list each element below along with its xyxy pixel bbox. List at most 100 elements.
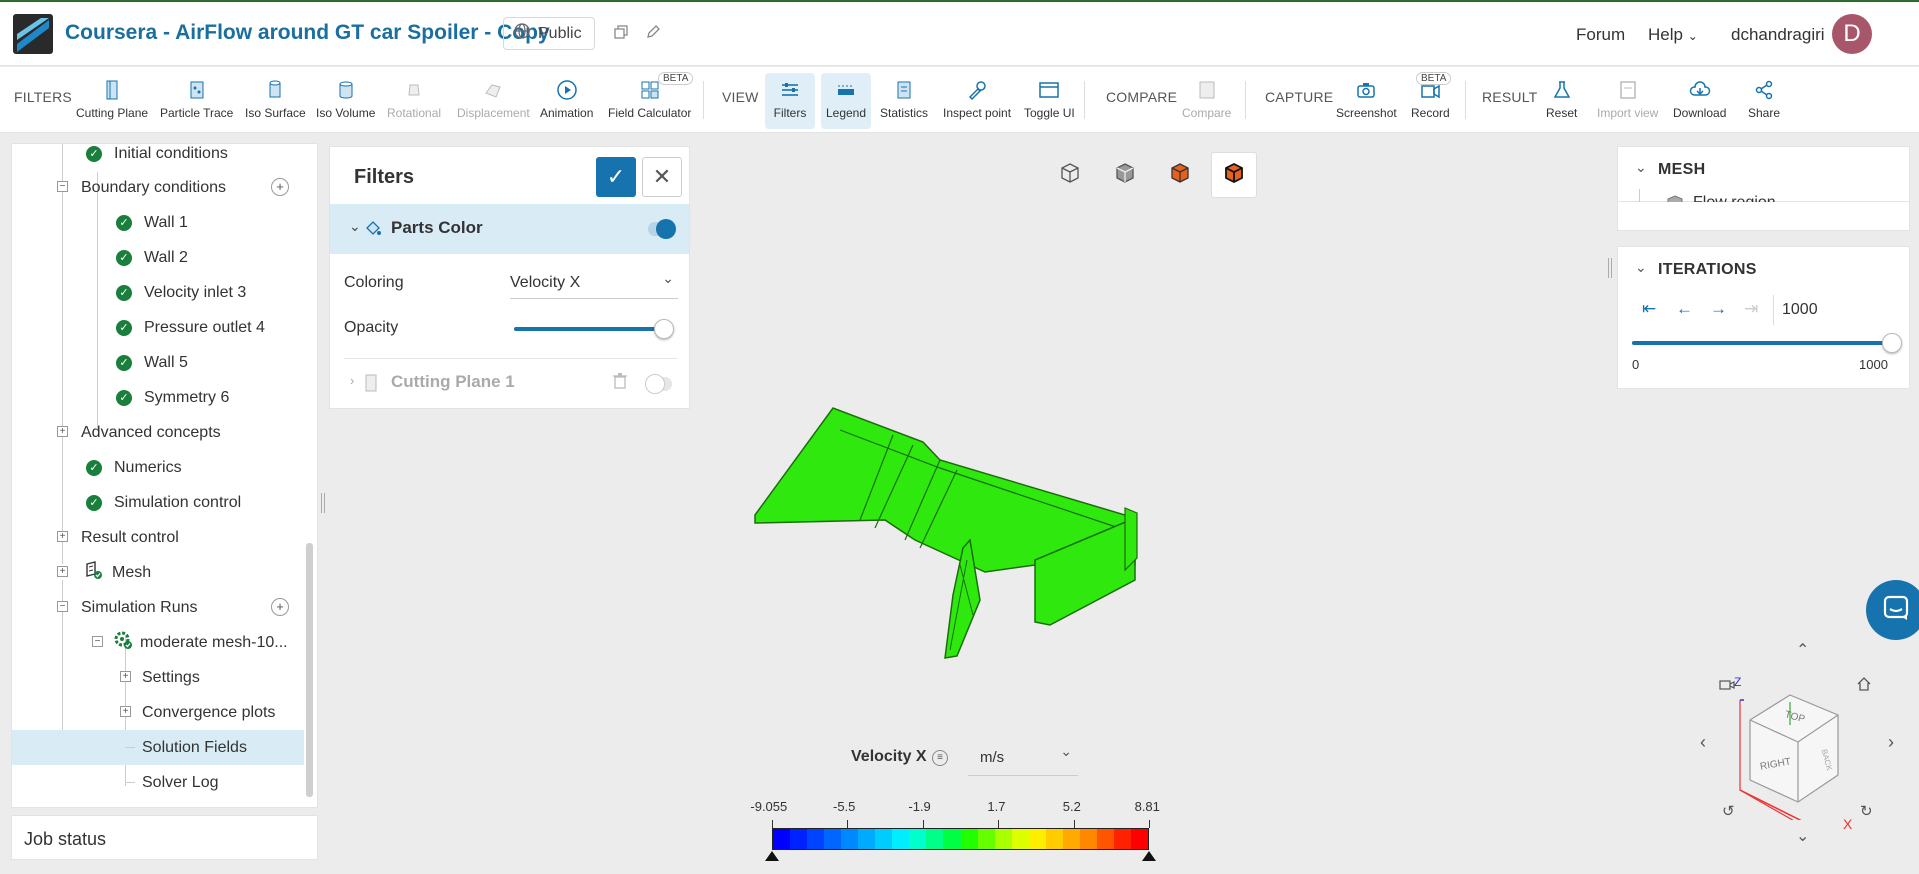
rotate-right-icon[interactable]: ↻ [1860, 802, 1873, 820]
tree-item-mesh[interactable]: Mesh [84, 555, 151, 590]
iteration-input[interactable]: 1000 [1773, 295, 1893, 325]
support-chat-button[interactable] [1866, 580, 1919, 640]
tree-item-advanced-concepts[interactable]: Advanced concepts [81, 415, 221, 450]
job-status-panel[interactable]: Job status [11, 815, 318, 860]
view-colored-edges-button[interactable] [1211, 152, 1257, 198]
iteration-slider-thumb[interactable] [1882, 333, 1902, 353]
iteration-slider[interactable] [1632, 333, 1902, 353]
share-button[interactable]: Share [1748, 73, 1780, 129]
chevron-up-icon[interactable]: ⌃ [1796, 640, 1809, 660]
iso-volume-button[interactable]: Iso Volume [316, 73, 375, 129]
expand-toggle-icon[interactable]: + [120, 671, 131, 682]
rotational-button[interactable]: Rotational [387, 73, 441, 129]
chevron-down-icon[interactable]: ⌄ [1635, 259, 1647, 276]
project-title[interactable]: Coursera - AirFlow around GT car Spoiler… [65, 21, 550, 45]
opacity-slider-thumb[interactable] [654, 319, 674, 339]
coloring-select[interactable]: Velocity X ⌄ [510, 267, 678, 299]
download-button[interactable]: Download [1673, 73, 1726, 129]
expand-toggle-icon[interactable]: + [57, 531, 68, 542]
confirm-filters-button[interactable]: ✓ [596, 157, 636, 197]
add-run-icon[interactable]: + [271, 598, 289, 616]
record-button[interactable]: Record BETA [1411, 72, 1452, 129]
add-boundary-condition-icon[interactable]: + [271, 178, 289, 196]
legend-button[interactable]: Legend [821, 73, 871, 129]
username-label[interactable]: dchandragiri [1731, 25, 1825, 45]
collapse-toggle-icon[interactable]: − [57, 601, 68, 612]
trash-icon[interactable] [613, 373, 627, 394]
visibility-button[interactable]: Public [503, 17, 595, 50]
simscale-logo-icon[interactable] [13, 14, 53, 54]
unit-select[interactable]: m/s ⌄ [968, 740, 1078, 776]
tree-item-result-control[interactable]: Result control [81, 520, 179, 555]
tree-item-wall-1[interactable]: ✓ Wall 1 [116, 205, 188, 240]
legend-max-handle-icon[interactable] [1142, 851, 1156, 861]
inspect-point-button[interactable]: Inspect point [943, 73, 1011, 129]
tree-item-wall-2[interactable]: ✓ Wall 2 [116, 240, 188, 275]
opacity-slider[interactable] [514, 319, 674, 339]
help-menu[interactable]: Help ⌄ [1648, 25, 1698, 45]
tree-item-wall-5[interactable]: ✓ Wall 5 [116, 345, 188, 380]
parts-color-row[interactable]: ⌄ Parts Color [330, 204, 689, 254]
edit-pencil-icon[interactable] [645, 24, 663, 42]
view-colored-button[interactable] [1157, 152, 1203, 198]
legend-settings-icon[interactable]: ≡ [932, 750, 948, 766]
view-surface-button[interactable] [1102, 152, 1148, 198]
view-wireframe-button[interactable] [1047, 152, 1093, 198]
animation-button[interactable]: Animation [540, 73, 593, 129]
cutting-plane-filter-row[interactable]: › Cutting Plane 1 [330, 359, 689, 407]
chevron-down-icon[interactable]: ⌄ [1635, 159, 1647, 176]
step-back-icon[interactable]: ← [1676, 299, 1693, 319]
skip-last-icon[interactable]: ⇥ [1744, 299, 1758, 319]
forum-link[interactable]: Forum [1576, 25, 1625, 45]
tree-item-simulation-control[interactable]: ✓ Simulation control [86, 485, 241, 520]
compare-button[interactable]: Compare [1182, 73, 1231, 129]
avatar[interactable]: D [1832, 14, 1872, 54]
step-forward-icon[interactable]: → [1710, 299, 1727, 319]
copy-icon[interactable] [613, 24, 631, 42]
chevron-right-icon[interactable]: › [1888, 732, 1894, 753]
import-view-button[interactable]: Import view [1597, 73, 1658, 129]
filters-view-button[interactable]: Filters [765, 73, 815, 129]
cutting-plane-button[interactable]: Cutting Plane [76, 73, 148, 129]
panel-resize-handle[interactable] [321, 493, 325, 513]
screenshot-button[interactable]: Screenshot [1336, 73, 1397, 129]
panel-resize-handle[interactable] [1608, 258, 1612, 278]
tree-item-solver-log[interactable]: Solver Log [142, 765, 219, 800]
expand-toggle-icon[interactable]: + [57, 426, 68, 437]
expand-toggle-icon[interactable]: + [57, 566, 68, 577]
statistics-button[interactable]: Statistics [880, 73, 928, 129]
orientation-cube[interactable]: TOP RIGHT BACK [1730, 680, 1860, 820]
tree-item-run-moderate-mesh[interactable]: moderate mesh-10... [112, 625, 288, 660]
cutting-plane-toggle[interactable] [645, 374, 672, 394]
tree-item-label: Settings [142, 668, 200, 686]
tree-item-convergence-plots[interactable]: Convergence plots [142, 695, 275, 730]
filters-view-label: Filters [773, 106, 807, 120]
tree-item-velocity-inlet-3[interactable]: ✓ Velocity inlet 3 [116, 275, 246, 310]
displacement-button[interactable]: Displacement [457, 73, 530, 129]
skip-first-icon[interactable]: ⇤ [1642, 299, 1656, 319]
tree-item-symmetry-6[interactable]: ✓ Symmetry 6 [116, 380, 229, 415]
legend-min-handle-icon[interactable] [765, 851, 779, 861]
tree-item-pressure-outlet-4[interactable]: ✓ Pressure outlet 4 [116, 310, 265, 345]
collapse-toggle-icon[interactable]: − [92, 636, 103, 647]
particle-trace-button[interactable]: Particle Trace [160, 73, 233, 129]
chevron-down-icon[interactable]: ⌄ [1796, 826, 1809, 846]
tree-scrollbar[interactable] [306, 543, 313, 797]
reset-button[interactable]: Reset [1546, 73, 1577, 129]
check-circle-icon: ✓ [86, 494, 102, 511]
parts-color-toggle[interactable] [648, 219, 676, 239]
close-filters-button[interactable]: ✕ [642, 157, 682, 197]
toggle-ui-button[interactable]: Toggle UI [1024, 73, 1075, 129]
tree-item-simulation-runs[interactable]: Simulation Runs [81, 590, 198, 625]
tree-item-settings[interactable]: Settings [142, 660, 200, 695]
tree-item-numerics[interactable]: ✓ Numerics [86, 450, 182, 485]
tree-item-solution-fields[interactable]: Solution Fields [12, 730, 304, 765]
iso-surface-button[interactable]: Iso Surface [245, 73, 306, 129]
expand-toggle-icon[interactable]: + [120, 706, 131, 717]
collapse-toggle-icon[interactable]: − [57, 181, 68, 192]
tree-item-boundary-conditions[interactable]: Boundary conditions [81, 170, 226, 205]
chevron-left-icon[interactable]: ‹ [1700, 732, 1706, 753]
spoiler-3d-model[interactable] [745, 400, 1145, 670]
tree-item-initial-conditions[interactable]: ✓ Initial conditions [86, 144, 228, 171]
field-calculator-button[interactable]: Field Calculator BETA [608, 72, 694, 129]
